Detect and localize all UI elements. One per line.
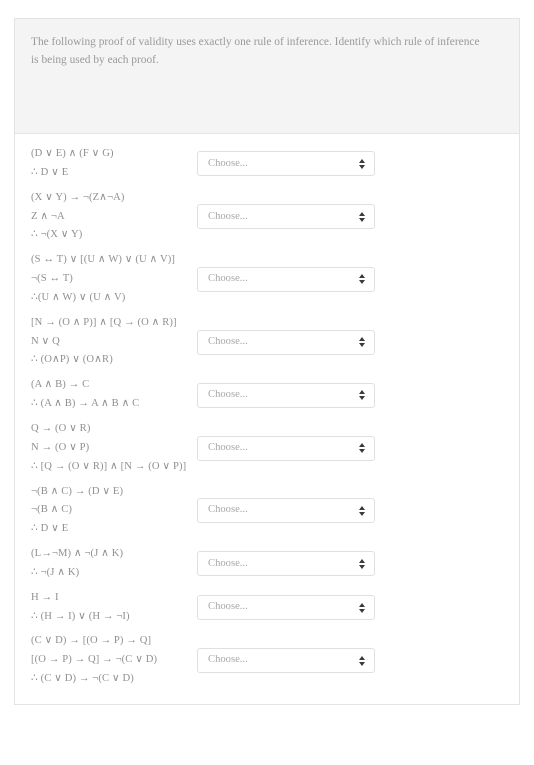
proof-statement: Q → (O ∨ R) N → (O ∨ P) ∴ [Q → (O ∨ R)] ∧ … [27,417,187,480]
proof-premise-line: (S ↔ T) ∨ [(U ∧ W) ∨ (U ∧ V)] [31,254,175,266]
proof-premise-line: (X ∨ Y) → ¬(Z∧¬A) [31,191,125,203]
proof-premise-line: N → (O ∨ P) [31,441,90,453]
rule-of-inference-select[interactable]: Choose... [197,435,375,461]
answer-select-cell: Choose... [187,329,375,355]
proof-premise-line: Q → (O ∨ R) [31,422,91,434]
proof-statement: (A ∧ B) → C ∴ (A ∧ B) → A ∧ B ∧ C [27,373,187,417]
proof-conclusion-line: ∴ (A ∧ B) → A ∧ B ∧ C [31,398,140,410]
rule-of-inference-select[interactable]: Choose... [197,498,375,524]
updown-spinner-icon [357,158,366,169]
rule-of-inference-select[interactable]: Choose... [197,382,375,408]
proof-conclusion-line: ∴ ¬(X ∨ Y) [31,229,83,241]
proof-statement: H → I ∴ (H → I) ∨ (H → ¬I) [27,586,187,630]
proof-conclusion-line: ∴ (O∧P) ∨ (O∧R) [31,354,113,366]
select-value-label: Choose... [208,557,248,569]
answer-select-cell: Choose... [187,435,375,461]
updown-spinner-icon [357,337,366,348]
updown-spinner-icon [357,211,366,222]
rule-of-inference-select[interactable]: Choose... [197,266,375,292]
proof-premise-line: ¬(S ↔ T) [31,273,73,285]
proof-statement: (X ∨ Y) → ¬(Z∧¬A) Z ∧ ¬A ∴ ¬(X ∨ Y) [27,186,187,249]
proof-premise-line: H → I [31,591,59,603]
proof-conclusion-line: ∴ ¬(J ∧ K) [31,566,80,578]
instruction-panel: The following proof of validity uses exa… [15,19,519,134]
proof-row: [N → (O ∧ P)] ∧ [Q → (O ∧ R)] N ∨ Q ∴ (O∧P… [27,311,507,374]
proof-conclusion-line: ∴ [Q → (O ∨ R)] ∧ [N → (O ∨ P)] [31,460,187,472]
rule-of-inference-select[interactable]: Choose... [197,329,375,355]
answer-select-cell: Choose... [187,204,375,230]
rule-of-inference-select[interactable]: Choose... [197,151,375,177]
answer-select-cell: Choose... [187,595,375,621]
select-value-label: Choose... [208,157,248,169]
proof-premise-line: [(O → P) → Q] → ¬(C ∨ D) [31,654,158,666]
proof-premise-line: (C ∨ D) → [(O → P) → Q] [31,635,152,647]
instruction-text: The following proof of validity uses exa… [31,36,480,67]
proof-premise-line: Z ∧ ¬A [31,210,65,222]
select-value-label: Choose... [208,441,248,453]
proof-row: (D ∨ E) ∧ (F ∨ G) ∴ D ∨ E Choose... [27,142,507,186]
proof-statement: [N → (O ∧ P)] ∧ [Q → (O ∧ R)] N ∨ Q ∴ (O∧P… [27,311,187,374]
updown-spinner-icon [357,655,366,666]
select-value-label: Choose... [208,335,248,347]
proof-premise-line: (D ∨ E) ∧ (F ∨ G) [31,148,114,159]
rule-of-inference-select[interactable]: Choose... [197,648,375,674]
answer-select-cell: Choose... [187,648,375,674]
proof-statement: (L→¬M) ∧ ¬(J ∧ K) ∴ ¬(J ∧ K) [27,542,187,586]
proof-conclusion-line: ∴ D ∨ E [31,166,69,178]
select-value-label: Choose... [208,601,248,613]
select-value-label: Choose... [208,388,248,400]
proof-row: (S ↔ T) ∨ [(U ∧ W) ∨ (U ∧ V)] ¬(S ↔ T) ∴(U… [27,248,507,311]
proof-premise-line: ¬(B ∧ C) → (D ∨ E) [31,485,124,497]
select-value-label: Choose... [208,654,248,666]
updown-spinner-icon [357,602,366,613]
proof-conclusion-line: ∴(U ∧ W) ∨ (U ∧ V) [31,291,126,303]
proof-premise-line: N ∨ Q [31,335,60,347]
select-value-label: Choose... [208,504,248,516]
proof-conclusion-line: ∴ D ∨ E [31,523,69,535]
updown-spinner-icon [357,390,366,401]
proof-statement: (S ↔ T) ∨ [(U ∧ W) ∨ (U ∧ V)] ¬(S ↔ T) ∴(U… [27,248,187,311]
proof-premise-line: ¬(B ∧ C) [31,504,73,516]
rule-of-inference-select[interactable]: Choose... [197,595,375,621]
quiz-container: The following proof of validity uses exa… [14,18,520,705]
proof-premise-line: (L→¬M) ∧ ¬(J ∧ K) [31,548,124,560]
proof-conclusion-line: ∴ (H → I) ∨ (H → ¬I) [31,610,130,622]
updown-spinner-icon [357,558,366,569]
answer-select-cell: Choose... [187,551,375,577]
proof-statement: (D ∨ E) ∧ (F ∨ G) ∴ D ∨ E [27,142,187,186]
rule-of-inference-select[interactable]: Choose... [197,204,375,230]
select-value-label: Choose... [208,273,248,285]
quiz-page: The following proof of validity uses exa… [0,0,534,765]
proof-row: (L→¬M) ∧ ¬(J ∧ K) ∴ ¬(J ∧ K) Choose... [27,542,507,586]
answer-select-cell: Choose... [187,151,375,177]
answer-select-cell: Choose... [187,266,375,292]
proof-premise-line: (A ∧ B) → C [31,379,90,391]
proof-statement: (C ∨ D) → [(O → P) → Q] [(O → P) → Q] → ¬… [27,629,187,692]
proof-row: (A ∧ B) → C ∴ (A ∧ B) → A ∧ B ∧ C Choose..… [27,373,507,417]
proof-premise-line: [N → (O ∧ P)] ∧ [Q → (O ∧ R)] [31,316,177,328]
updown-spinner-icon [357,274,366,285]
proof-row: Q → (O ∨ R) N → (O ∨ P) ∴ [Q → (O ∨ R)] ∧ … [27,417,507,480]
proof-row: ¬(B ∧ C) → (D ∨ E) ¬(B ∧ C) ∴ D ∨ E Choose.… [27,480,507,543]
proof-row: (C ∨ D) → [(O → P) → Q] [(O → P) → Q] → ¬… [27,629,507,692]
proof-list: (D ∨ E) ∧ (F ∨ G) ∴ D ∨ E Choose... (X ∨ Y)… [15,134,519,704]
updown-spinner-icon [357,443,366,454]
proof-row: H → I ∴ (H → I) ∨ (H → ¬I) Choose... [27,586,507,630]
proof-statement: ¬(B ∧ C) → (D ∨ E) ¬(B ∧ C) ∴ D ∨ E [27,480,187,543]
proof-row: (X ∨ Y) → ¬(Z∧¬A) Z ∧ ¬A ∴ ¬(X ∨ Y) Choose.… [27,186,507,249]
answer-select-cell: Choose... [187,498,375,524]
answer-select-cell: Choose... [187,382,375,408]
proof-conclusion-line: ∴ (C ∨ D) → ¬(C ∨ D) [31,673,134,685]
updown-spinner-icon [357,505,366,516]
select-value-label: Choose... [208,210,248,222]
rule-of-inference-select[interactable]: Choose... [197,551,375,577]
